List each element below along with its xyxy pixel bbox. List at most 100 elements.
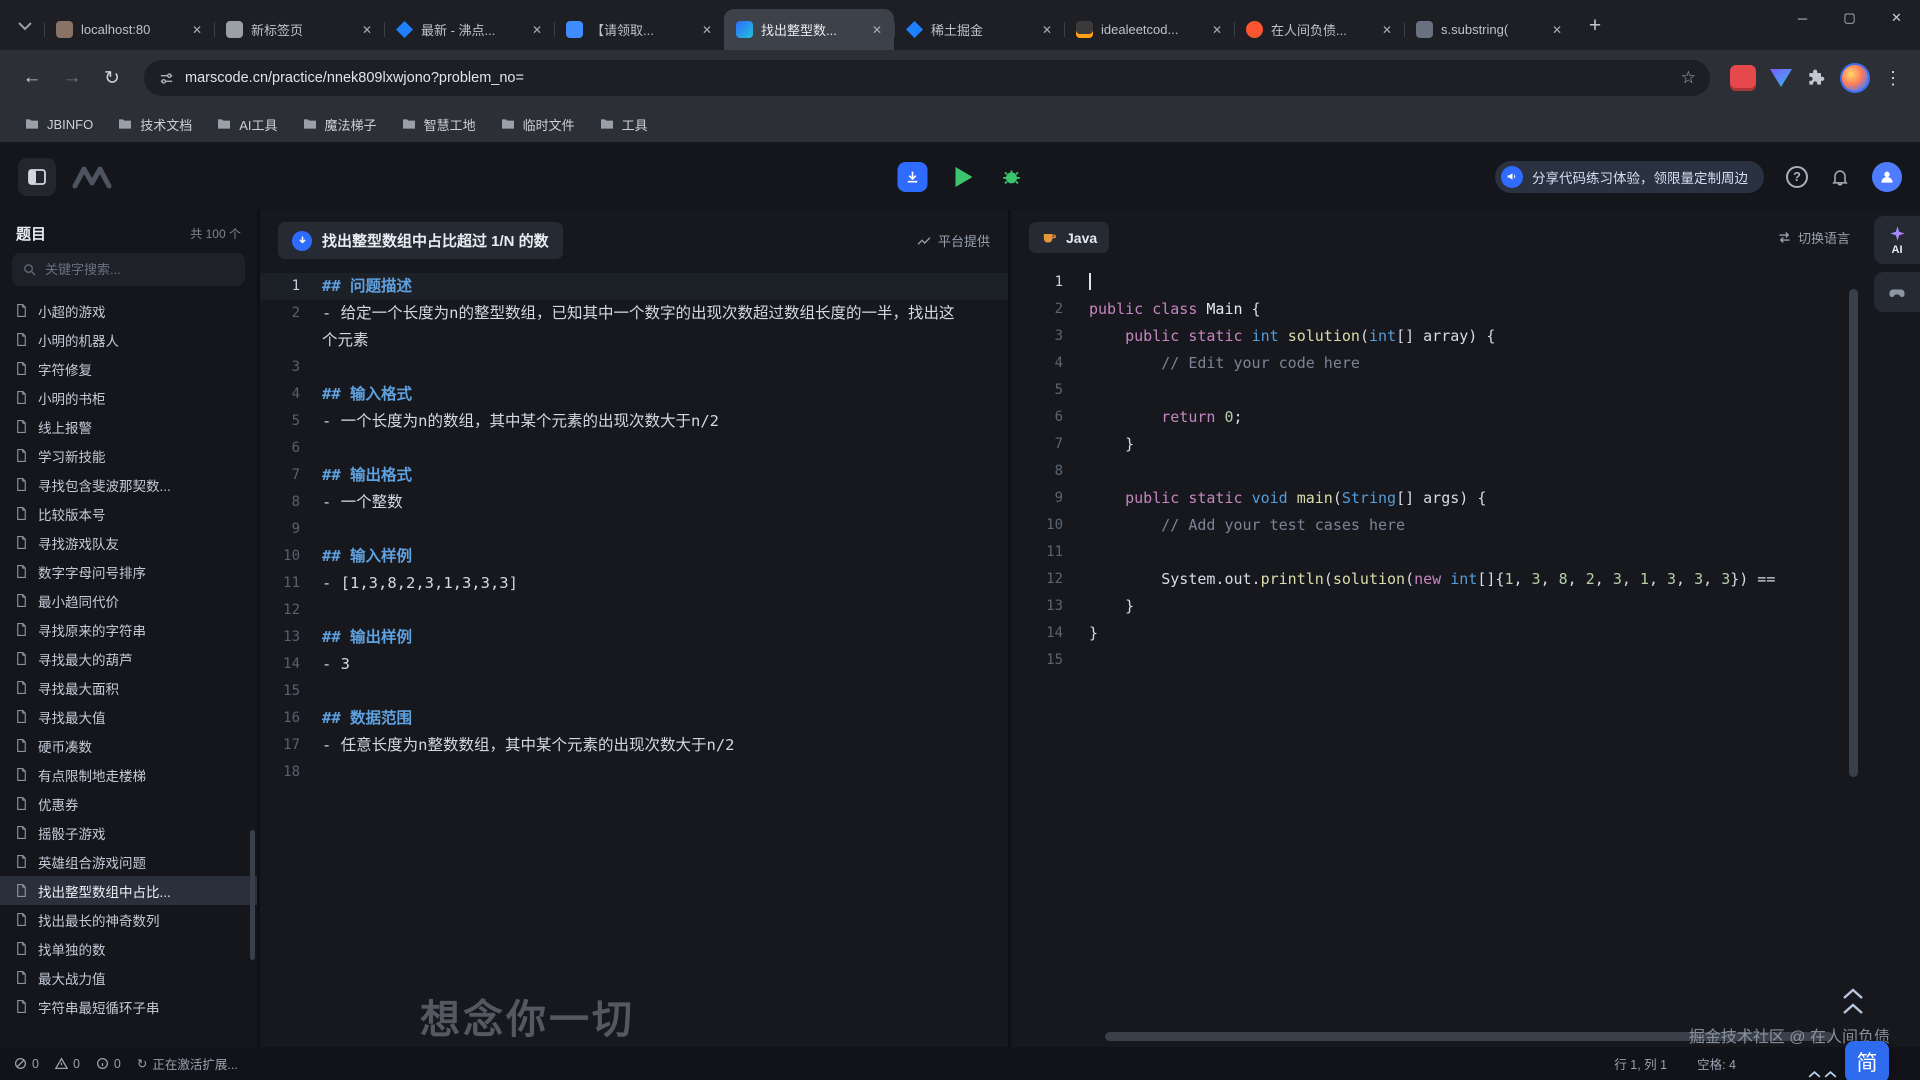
problem-line-text: - 任意长度为n整数数组，其中某个元素的出现次数大于n/2 bbox=[322, 732, 1008, 759]
problem-list-item[interactable]: 优惠券 bbox=[0, 789, 257, 818]
line-number: 3 bbox=[1011, 323, 1063, 350]
bookmark-item[interactable]: AI工具 bbox=[206, 111, 287, 138]
promo-banner-text: 分享代码练习体验，领限量定制周边 bbox=[1532, 167, 1748, 187]
simplified-chinese-badge[interactable]: 简 bbox=[1845, 1041, 1889, 1080]
tab-close-icon[interactable]: ✕ bbox=[188, 21, 206, 39]
ai-label: AI bbox=[1892, 244, 1903, 256]
language-selector[interactable]: Java bbox=[1029, 222, 1109, 253]
window-controls: ─ ▢ ✕ bbox=[1779, 0, 1920, 36]
tab-close-icon[interactable]: ✕ bbox=[698, 21, 716, 39]
problem-list-item[interactable]: 找出整型数组中占比... bbox=[0, 876, 257, 905]
browser-tab[interactable]: 新标签页 ✕ bbox=[214, 9, 384, 50]
problem-list-item[interactable]: 硬币凑数 bbox=[0, 731, 257, 760]
widget-button[interactable] bbox=[1874, 272, 1920, 312]
problem-list-item[interactable]: 数字字母问号排序 bbox=[0, 557, 257, 586]
problem-list-label: 英雄组合游戏问题 bbox=[38, 852, 146, 872]
bookmark-item[interactable]: 技术文档 bbox=[107, 111, 202, 138]
vertical-scrollbar[interactable] bbox=[1849, 289, 1858, 777]
tab-close-icon[interactable]: ✕ bbox=[868, 21, 886, 39]
problem-list-item[interactable]: 字符修复 bbox=[0, 354, 257, 383]
problem-list-item[interactable]: 比较版本号 bbox=[0, 499, 257, 528]
help-icon[interactable]: ? bbox=[1786, 166, 1808, 188]
bookmark-item[interactable]: JBINFO bbox=[14, 112, 103, 136]
bookmark-item[interactable]: 智慧工地 bbox=[391, 111, 486, 138]
address-bar[interactable]: marscode.cn/practice/nnek809lxwjono?prob… bbox=[144, 60, 1710, 96]
problem-list-item[interactable]: 英雄组合游戏问题 bbox=[0, 847, 257, 876]
new-tab-button[interactable]: + bbox=[1580, 11, 1610, 41]
submit-button[interactable] bbox=[898, 162, 928, 192]
debug-bug-button[interactable] bbox=[1001, 166, 1023, 188]
problem-panel-header: 找出整型数组中占比超过 1/N 的数 平台提供 bbox=[260, 210, 1008, 269]
tab-close-icon[interactable]: ✕ bbox=[528, 21, 546, 39]
tab-close-icon[interactable]: ✕ bbox=[1038, 21, 1056, 39]
browser-tab[interactable]: s.substring( ✕ bbox=[1404, 9, 1574, 50]
refresh-button[interactable]: ↻ bbox=[94, 60, 130, 96]
problem-list-item[interactable]: 找单独的数 bbox=[0, 934, 257, 963]
problem-list-item[interactable]: 寻找游戏队友 bbox=[0, 528, 257, 557]
problem-list-item[interactable]: 有点限制地走楼梯 bbox=[0, 760, 257, 789]
tab-search-button[interactable] bbox=[10, 11, 40, 41]
sidebar-scrollbar[interactable] bbox=[250, 830, 255, 960]
tab-close-icon[interactable]: ✕ bbox=[1208, 21, 1226, 39]
extensions-puzzle-icon[interactable] bbox=[1806, 68, 1826, 88]
code-lines[interactable]: 1 2 public class Main { 3 public static … bbox=[1011, 263, 1920, 674]
bookmark-item[interactable]: 魔法梯子 bbox=[292, 111, 387, 138]
problem-line: 9 bbox=[260, 516, 1008, 543]
browser-tab[interactable]: 最新 - 沸点... ✕ bbox=[384, 9, 554, 50]
tab-close-icon[interactable]: ✕ bbox=[358, 21, 376, 39]
browser-tab[interactable]: 稀土掘金 ✕ bbox=[894, 9, 1064, 50]
search-box[interactable] bbox=[12, 253, 245, 286]
problem-list-item[interactable]: 学习新技能 bbox=[0, 441, 257, 470]
search-input[interactable] bbox=[45, 262, 235, 277]
switch-language-button[interactable]: 切换语言 bbox=[1777, 228, 1850, 247]
browser-tab[interactable]: 在人间负债... ✕ bbox=[1234, 9, 1404, 50]
line-number: 17 bbox=[260, 732, 300, 759]
problem-line-text bbox=[322, 435, 1008, 462]
maximize-button[interactable]: ▢ bbox=[1826, 0, 1873, 36]
bell-icon[interactable] bbox=[1830, 167, 1850, 187]
code-line: 10 // Add your test cases here bbox=[1011, 512, 1920, 539]
bookmark-star-icon[interactable]: ☆ bbox=[1681, 68, 1696, 88]
line-number: 13 bbox=[1011, 593, 1063, 620]
back-button[interactable]: ← bbox=[14, 60, 50, 96]
site-settings-icon[interactable] bbox=[158, 70, 175, 87]
back-to-top-button[interactable] bbox=[1842, 988, 1864, 1015]
bookmark-item[interactable]: 临时文件 bbox=[490, 111, 585, 138]
problem-list-item[interactable]: 最大战力值 bbox=[0, 963, 257, 992]
browser-tab[interactable]: localhost:80 ✕ bbox=[44, 9, 214, 50]
tab-close-icon[interactable]: ✕ bbox=[1548, 21, 1566, 39]
promo-banner[interactable]: 分享代码练习体验，领限量定制周边 bbox=[1495, 161, 1764, 193]
problem-list-item[interactable]: 寻找包含斐波那契数... bbox=[0, 470, 257, 499]
problem-list-item[interactable]: 寻找最大的葫芦 bbox=[0, 644, 257, 673]
pdf-extension-icon[interactable] bbox=[1730, 65, 1756, 91]
problem-list-item[interactable]: 最小趋同代价 bbox=[0, 586, 257, 615]
forward-button[interactable]: → bbox=[54, 60, 90, 96]
problem-list-item[interactable]: 小明的机器人 bbox=[0, 325, 257, 354]
code-line-text: } bbox=[1089, 620, 1098, 647]
browser-menu-icon[interactable]: ⋮ bbox=[1884, 68, 1900, 89]
problem-list-item[interactable]: 小超的游戏 bbox=[0, 296, 257, 325]
code-line: 7 } bbox=[1011, 431, 1920, 458]
triangle-extension-icon[interactable] bbox=[1770, 68, 1792, 88]
sidebar-title: 题目 bbox=[16, 223, 46, 244]
problem-list-item[interactable]: 找出最长的神奇数列 bbox=[0, 905, 257, 934]
user-avatar[interactable] bbox=[1872, 162, 1902, 192]
bookmark-item[interactable]: 工具 bbox=[589, 111, 658, 138]
problem-list-item[interactable]: 小明的书柜 bbox=[0, 383, 257, 412]
run-button[interactable] bbox=[956, 167, 973, 187]
profile-avatar[interactable] bbox=[1840, 63, 1870, 93]
problem-list-item[interactable]: 寻找原来的字符串 bbox=[0, 615, 257, 644]
problem-list-item[interactable]: 寻找最大值 bbox=[0, 702, 257, 731]
browser-tab[interactable]: 【请领取... ✕ bbox=[554, 9, 724, 50]
browser-tab[interactable]: 找出整型数... ✕ bbox=[724, 9, 894, 50]
problem-list-item[interactable]: 摇骰子游戏 bbox=[0, 818, 257, 847]
problem-list-item[interactable]: 线上报警 bbox=[0, 412, 257, 441]
minimize-button[interactable]: ─ bbox=[1779, 0, 1826, 36]
problem-list-item[interactable]: 字符串最短循环子串 bbox=[0, 992, 257, 1021]
tab-close-icon[interactable]: ✕ bbox=[1378, 21, 1396, 39]
ai-assistant-button[interactable]: AI bbox=[1874, 216, 1920, 264]
browser-tab[interactable]: idealeetcod... ✕ bbox=[1064, 9, 1234, 50]
close-button[interactable]: ✕ bbox=[1873, 0, 1920, 36]
problem-list-item[interactable]: 寻找最大面积 bbox=[0, 673, 257, 702]
sidebar-toggle-button[interactable] bbox=[18, 158, 56, 196]
